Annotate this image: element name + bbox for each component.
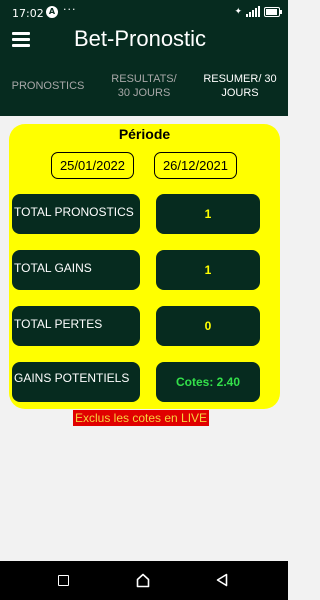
date-start-field[interactable]: 25/01/2022 bbox=[51, 152, 134, 179]
total-gains-label: TOTAL GAINS bbox=[12, 250, 140, 290]
tab-resultats[interactable]: RESULTATS/ 30 JOURS bbox=[96, 56, 192, 116]
system-nav-bar bbox=[0, 561, 288, 600]
back-icon[interactable] bbox=[216, 573, 228, 587]
summary-card: Période 25/01/2022 26/12/2021 TOTAL PRON… bbox=[9, 124, 280, 409]
total-gains-value: 1 bbox=[156, 250, 260, 290]
app-title: Bet-Pronostic bbox=[74, 26, 207, 51]
network-icon: ✦ bbox=[234, 6, 242, 17]
status-bar: 17:02 A ··· ✦ bbox=[0, 0, 288, 26]
tab-label: RESUMER/ 30 bbox=[203, 73, 277, 85]
more-notifications-icon: ··· bbox=[63, 3, 77, 16]
tab-label: PRONOSTICS bbox=[11, 80, 85, 92]
tab-label-line2: JOURS bbox=[221, 87, 259, 99]
menu-icon[interactable] bbox=[12, 32, 30, 48]
tab-bar: PRONOSTICS RESULTATS/ 30 JOURS RESUMER/ … bbox=[0, 56, 288, 116]
gains-potentiels-value: Cotes: 2.40 bbox=[156, 362, 260, 402]
total-pronostics-label: TOTAL PRONOSTICS bbox=[12, 194, 140, 234]
tab-label-line2: 30 JOURS bbox=[117, 87, 171, 99]
live-exclusion-note: Exclus les cotes en LIVE bbox=[73, 410, 210, 426]
notification-a-icon: A bbox=[46, 6, 58, 18]
status-icons: ✦ bbox=[234, 6, 282, 17]
total-pronostics-value: 1 bbox=[156, 194, 260, 234]
home-icon[interactable] bbox=[136, 573, 150, 588]
total-pertes-label: TOTAL PERTES bbox=[12, 306, 140, 346]
gains-potentiels-label: GAINS POTENTIELS bbox=[12, 362, 140, 402]
recents-icon[interactable] bbox=[58, 575, 69, 586]
tab-pronostics[interactable]: PRONOSTICS bbox=[0, 56, 96, 116]
signal-icon bbox=[246, 6, 260, 17]
total-pertes-value: 0 bbox=[156, 306, 260, 346]
date-end-field[interactable]: 26/12/2021 bbox=[154, 152, 237, 179]
battery-icon bbox=[264, 6, 282, 17]
periode-label: Période bbox=[118, 126, 171, 142]
tab-label: RESULTATS/ bbox=[111, 73, 177, 85]
status-time: 17:02 bbox=[12, 7, 44, 20]
tab-resumer[interactable]: RESUMER/ 30 JOURS bbox=[192, 56, 288, 116]
app-bar: Bet-Pronostic bbox=[0, 26, 288, 56]
